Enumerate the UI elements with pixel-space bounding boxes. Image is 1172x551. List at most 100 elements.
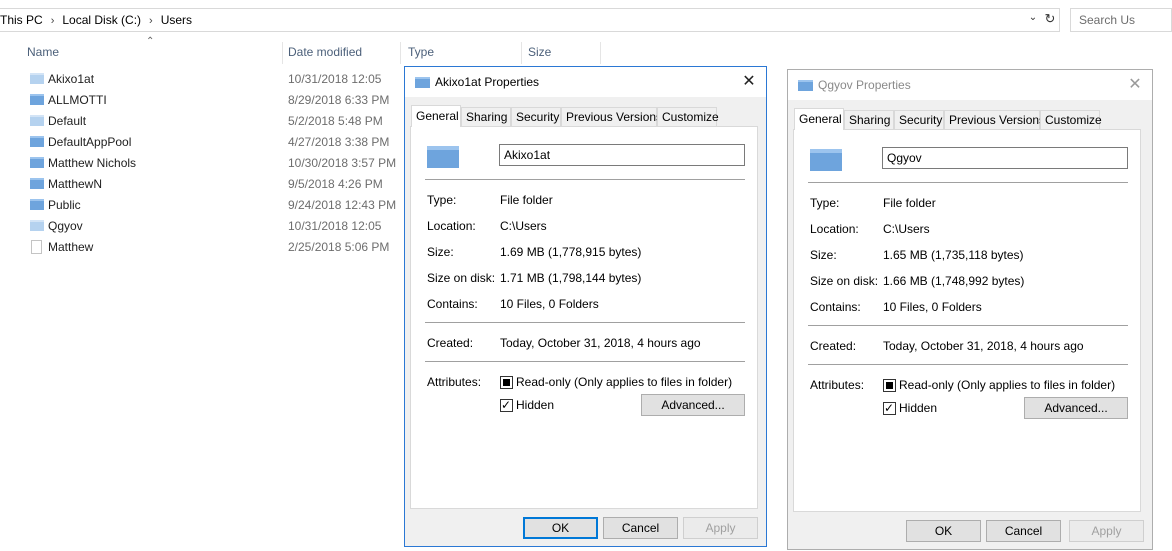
type-label: Type: bbox=[810, 196, 840, 210]
list-item[interactable]: MatthewN 9/5/2018 4:26 PM bbox=[20, 175, 405, 196]
location-value: C:\Users bbox=[500, 219, 547, 233]
tab-security[interactable]: Security bbox=[894, 110, 944, 129]
folder-icon bbox=[427, 146, 459, 168]
attributes-label: Attributes: bbox=[810, 378, 865, 392]
list-item[interactable]: Akixo1at 10/31/2018 12:05 bbox=[20, 70, 405, 91]
search-input[interactable]: Search Us bbox=[1070, 8, 1172, 32]
created-value: Today, October 31, 2018, 4 hours ago bbox=[500, 336, 701, 350]
chevron-right-icon[interactable]: › bbox=[51, 15, 55, 27]
column-header-name[interactable]: Name bbox=[20, 42, 283, 64]
file-icon bbox=[31, 240, 42, 254]
properties-dialog-qgyov: Qgyov Properties ✕ General Sharing Secur… bbox=[787, 69, 1153, 550]
tab-sharing[interactable]: Sharing bbox=[461, 107, 511, 126]
cancel-button[interactable]: Cancel bbox=[986, 520, 1061, 542]
item-name: Matthew Nichols bbox=[48, 156, 137, 170]
ok-button[interactable]: OK bbox=[906, 520, 981, 542]
item-date: 9/24/2018 12:43 PM bbox=[288, 198, 397, 212]
ok-button[interactable]: OK bbox=[523, 517, 598, 539]
column-header-size-label: Size bbox=[528, 45, 552, 59]
size-on-disk-value: 1.71 MB (1,798,144 bytes) bbox=[500, 271, 642, 285]
size-label: Size: bbox=[810, 248, 837, 262]
general-panel: Akixo1at Type: File folder Location: C:\… bbox=[410, 126, 758, 509]
item-name: DefaultAppPool bbox=[48, 135, 132, 149]
apply-button[interactable]: Apply bbox=[683, 517, 758, 539]
breadcrumb-this-pc[interactable]: This PC bbox=[0, 13, 43, 27]
item-name: MatthewN bbox=[48, 177, 103, 191]
tab-general[interactable]: General bbox=[411, 105, 461, 127]
tab-previous-versions[interactable]: Previous Versions bbox=[944, 110, 1045, 129]
location-value: C:\Users bbox=[883, 222, 930, 236]
list-item[interactable]: Matthew Nichols 10/30/2018 3:57 PM bbox=[20, 154, 405, 175]
created-label: Created: bbox=[427, 336, 474, 350]
tab-customize[interactable]: Customize bbox=[657, 107, 719, 126]
apply-button[interactable]: Apply bbox=[1069, 520, 1144, 542]
size-label: Size: bbox=[427, 245, 454, 259]
item-date: 4/27/2018 3:38 PM bbox=[288, 135, 390, 149]
tab-sharing[interactable]: Sharing bbox=[844, 110, 894, 129]
folder-name-input[interactable]: Qgyov bbox=[882, 147, 1128, 169]
item-date: 10/31/2018 12:05 bbox=[288, 72, 382, 86]
divider bbox=[808, 182, 1128, 183]
close-icon[interactable]: ✕ bbox=[738, 71, 760, 93]
refresh-icon[interactable]: ↻ bbox=[1042, 11, 1058, 29]
column-header-date-label: Date modified bbox=[288, 45, 363, 59]
column-header-type[interactable]: Type bbox=[401, 42, 522, 64]
folder-icon bbox=[30, 94, 44, 105]
item-name: Akixo1at bbox=[48, 72, 95, 86]
divider bbox=[425, 179, 745, 180]
readonly-checkbox[interactable] bbox=[883, 379, 896, 392]
advanced-button[interactable]: Advanced... bbox=[1024, 397, 1128, 419]
breadcrumb-local-disk[interactable]: Local Disk (C:) bbox=[62, 13, 141, 27]
close-icon[interactable]: ✕ bbox=[1124, 74, 1146, 96]
hidden-checkbox[interactable] bbox=[883, 400, 896, 416]
created-label: Created: bbox=[810, 339, 857, 353]
readonly-label: Read-only (Only applies to files in fold… bbox=[516, 375, 733, 389]
tab-customize[interactable]: Customize bbox=[1040, 110, 1102, 129]
divider bbox=[425, 322, 745, 323]
contains-value: 10 Files, 0 Folders bbox=[883, 300, 982, 314]
dialog-title: Qgyov Properties bbox=[818, 78, 911, 92]
list-item[interactable]: Qgyov 10/31/2018 12:05 bbox=[20, 217, 405, 238]
divider bbox=[425, 361, 745, 362]
dialog-title-bar[interactable]: Akixo1at Properties ✕ bbox=[405, 67, 766, 97]
column-header-date[interactable]: Date modified bbox=[282, 42, 401, 64]
tab-previous-versions[interactable]: Previous Versions bbox=[561, 107, 662, 126]
size-value: 1.69 MB (1,778,915 bytes) bbox=[500, 245, 642, 259]
list-item[interactable]: Matthew 2/25/2018 5:06 PM bbox=[20, 238, 405, 259]
list-item[interactable]: Public 9/24/2018 12:43 PM bbox=[20, 196, 405, 217]
column-header-size[interactable]: Size bbox=[522, 42, 601, 64]
attributes-label: Attributes: bbox=[427, 375, 482, 389]
breadcrumb-users[interactable]: Users bbox=[161, 13, 192, 27]
hidden-checkbox[interactable] bbox=[500, 397, 513, 413]
dialog-title-bar[interactable]: Qgyov Properties ✕ bbox=[788, 70, 1152, 100]
cancel-button[interactable]: Cancel bbox=[603, 517, 678, 539]
item-name: ALLMOTTI bbox=[48, 93, 107, 107]
general-panel: Qgyov Type: File folder Location: C:\Use… bbox=[793, 129, 1141, 512]
properties-dialog-akixo1at: Akixo1at Properties ✕ General Sharing Se… bbox=[404, 66, 767, 547]
folder-icon bbox=[30, 115, 44, 126]
list-item[interactable]: ALLMOTTI 8/29/2018 6:33 PM bbox=[20, 91, 405, 112]
readonly-label: Read-only (Only applies to files in fold… bbox=[899, 378, 1116, 392]
chevron-down-icon[interactable]: ⌄ bbox=[1025, 12, 1041, 28]
folder-icon bbox=[30, 178, 44, 189]
readonly-checkbox[interactable] bbox=[500, 376, 513, 389]
folder-icon bbox=[30, 73, 44, 84]
item-date: 10/30/2018 3:57 PM bbox=[288, 156, 397, 170]
size-on-disk-label: Size on disk: bbox=[810, 274, 879, 288]
chevron-right-icon[interactable]: › bbox=[149, 15, 153, 27]
hidden-label: Hidden bbox=[899, 401, 938, 415]
advanced-button[interactable]: Advanced... bbox=[641, 394, 745, 416]
tab-general[interactable]: General bbox=[794, 108, 844, 130]
hidden-label: Hidden bbox=[516, 398, 555, 412]
list-item[interactable]: DefaultAppPool 4/27/2018 3:38 PM bbox=[20, 133, 405, 154]
folder-icon bbox=[810, 149, 842, 171]
type-value: File folder bbox=[883, 196, 936, 210]
folder-name-input[interactable]: Akixo1at bbox=[499, 144, 745, 166]
location-label: Location: bbox=[427, 219, 476, 233]
list-item[interactable]: Default 5/2/2018 5:48 PM bbox=[20, 112, 405, 133]
address-bar[interactable]: This PC › Local Disk (C:) › Users ⌄ ↻ bbox=[0, 8, 1060, 32]
item-name: Public bbox=[48, 198, 81, 212]
item-date: 8/29/2018 6:33 PM bbox=[288, 93, 390, 107]
tab-security[interactable]: Security bbox=[511, 107, 561, 126]
item-date: 5/2/2018 5:48 PM bbox=[288, 114, 383, 128]
